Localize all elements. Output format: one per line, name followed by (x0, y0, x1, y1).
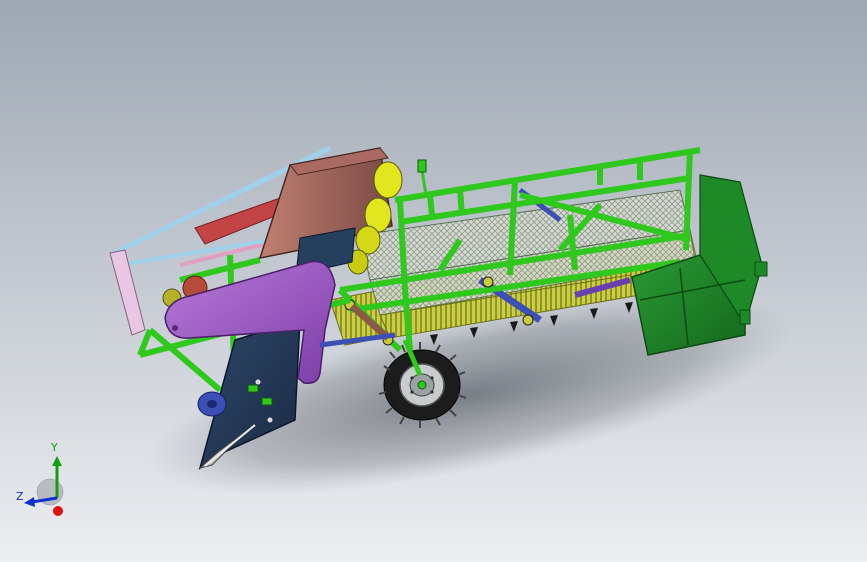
z-axis-arrow (24, 497, 35, 507)
y-axis-arrow (52, 456, 62, 466)
panel-clip-2 (261, 397, 273, 406)
panel-bolt (255, 379, 261, 385)
hopper-bracket-2 (739, 309, 751, 325)
x-axis-point (53, 506, 63, 516)
top-post-cap (417, 159, 427, 173)
orientation-triad[interactable]: Y Z (10, 440, 80, 520)
panel-clip-1 (247, 384, 259, 393)
roller-joint-1 (482, 276, 494, 288)
y-axis-label: Y (51, 441, 58, 454)
gauge-wheel-hub (207, 400, 217, 408)
3d-viewport[interactable]: Y Z (0, 0, 867, 562)
guard-bolt (172, 325, 178, 331)
triad-graphic (24, 456, 64, 516)
hopper-bracket (754, 261, 768, 277)
roller-joint-2 (522, 314, 534, 326)
panel-bolt-2 (267, 417, 273, 423)
hub-cap (417, 380, 427, 390)
z-axis-label: Z (16, 490, 24, 503)
assembly-model-view[interactable] (0, 0, 867, 562)
